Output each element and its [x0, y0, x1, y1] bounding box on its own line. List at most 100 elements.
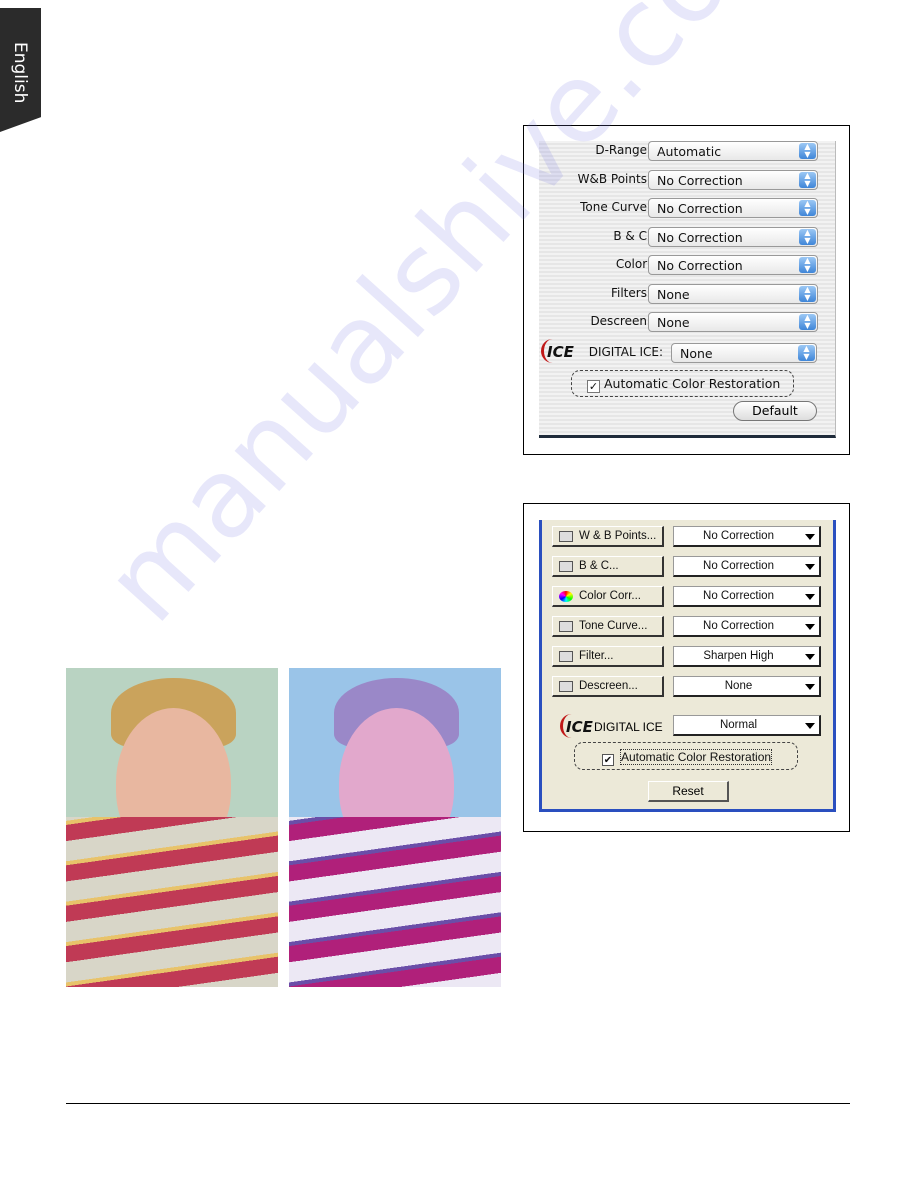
dropdown-arrow-icon: [805, 723, 815, 729]
win-settings-figure: W & B Points... No Correction B & C... No C…: [523, 503, 850, 832]
language-tab: English: [0, 8, 41, 132]
setting-value: None: [657, 286, 690, 302]
descreen-icon: [559, 681, 573, 692]
ice-label: DIGITAL ICE:: [588, 345, 663, 359]
setting-popup[interactable]: Automatic ▲ ▼: [648, 141, 818, 161]
default-button[interactable]: Default: [733, 401, 817, 421]
setting-dropdown[interactable]: No Correction: [673, 556, 821, 577]
language-label: English: [10, 42, 30, 104]
setting-label: Filters:: [610, 285, 651, 300]
setting-row: Tone Curve: No Correction ▲ ▼: [539, 198, 836, 218]
setting-button[interactable]: Descreen...: [552, 676, 664, 697]
filter-icon: [559, 651, 573, 662]
setting-dropdown[interactable]: Sharpen High: [673, 646, 821, 667]
mac-settings-panel: D-Range: Automatic ▲ ▼ W&B Points: No Correct…: [539, 141, 836, 438]
updown-arrow-icon: ▲ ▼: [799, 228, 816, 245]
setting-popup[interactable]: No Correction ▲ ▼: [648, 226, 818, 247]
updown-arrow-icon: ▲ ▼: [799, 143, 816, 159]
setting-button[interactable]: Color Corr...: [552, 586, 664, 607]
setting-row: W & B Points... No Correction: [542, 526, 839, 548]
tone-curve-icon: [559, 621, 573, 632]
setting-button-label: Tone Curve...: [579, 620, 648, 632]
setting-row: D-Range: Automatic ▲ ▼: [539, 141, 836, 161]
setting-button-label: Filter...: [579, 650, 614, 662]
footer-rule: [66, 1103, 850, 1104]
setting-button[interactable]: W & B Points...: [552, 526, 664, 547]
setting-row: W&B Points: No Correction ▲ ▼: [539, 169, 836, 190]
setting-value: No Correction: [657, 258, 743, 273]
ice-popup[interactable]: None ▲ ▼: [671, 343, 817, 363]
setting-value: No Correction: [703, 620, 774, 632]
setting-value: None: [657, 315, 690, 330]
setting-button[interactable]: B & C...: [552, 556, 664, 577]
brightness-contrast-icon: [559, 561, 573, 572]
setting-value: Automatic: [657, 144, 722, 159]
win-settings-panel: W & B Points... No Correction B & C... No C…: [539, 520, 836, 812]
setting-label: Color:: [615, 257, 651, 271]
setting-button[interactable]: Tone Curve...: [552, 616, 664, 637]
setting-value: No Correction: [657, 229, 743, 245]
setting-popup[interactable]: No Correction ▲ ▼: [648, 169, 818, 190]
dropdown-arrow-icon: [805, 534, 815, 540]
setting-dropdown[interactable]: No Correction: [673, 526, 821, 547]
checkbox-label: Automatic Color Restoration: [604, 376, 781, 391]
setting-row: B & C... No Correction: [542, 556, 839, 578]
setting-button-label: Color Corr...: [579, 590, 641, 602]
ice-popup-value: None: [680, 346, 713, 361]
wb-points-icon: [559, 531, 573, 542]
updown-arrow-icon: ▲ ▼: [799, 257, 816, 273]
setting-label: W&B Points:: [577, 171, 651, 186]
setting-row: Descreen: None ▲ ▼: [539, 312, 836, 332]
ice-logo: ICE: [541, 339, 574, 363]
mac-settings-figure: D-Range: Automatic ▲ ▼ W&B Points: No Correct…: [523, 125, 850, 455]
setting-value: None: [724, 680, 753, 692]
updown-arrow-icon: ▲ ▼: [799, 200, 816, 216]
setting-row: Descreen... None: [542, 676, 839, 698]
dropdown-arrow-icon: [805, 684, 815, 690]
setting-value: No Correction: [703, 560, 774, 572]
setting-popup[interactable]: None ▲ ▼: [648, 312, 818, 332]
setting-label: Descreen:: [590, 314, 651, 328]
updown-arrow-icon: ▲ ▼: [799, 314, 816, 330]
setting-value: No Correction: [657, 172, 743, 188]
setting-button[interactable]: Filter...: [552, 646, 664, 667]
ice-dropdown-value: Normal: [719, 719, 758, 731]
setting-button-label: B & C...: [579, 560, 619, 572]
setting-row: Color Corr... No Correction: [542, 586, 839, 608]
dropdown-arrow-icon: [805, 564, 815, 570]
dropdown-arrow-icon: [805, 654, 815, 660]
setting-value: No Correction: [703, 590, 774, 602]
setting-value: No Correction: [703, 530, 774, 542]
auto-color-restoration-checkbox[interactable]: ✔ Automatic Color Restoration: [602, 749, 773, 766]
setting-popup[interactable]: No Correction ▲ ▼: [648, 198, 818, 218]
checkmark-icon: ✔: [602, 754, 614, 766]
setting-dropdown[interactable]: None: [673, 676, 821, 697]
setting-row: Filter... Sharpen High: [542, 646, 839, 668]
setting-dropdown[interactable]: No Correction: [673, 616, 821, 637]
setting-label: D-Range:: [595, 143, 651, 157]
photo-before: [66, 668, 278, 987]
setting-popup[interactable]: None ▲ ▼: [648, 283, 818, 304]
ice-logo: ICE: [560, 714, 593, 738]
setting-popup[interactable]: No Correction ▲ ▼: [648, 255, 818, 275]
setting-label: Tone Curve:: [580, 200, 651, 214]
updown-arrow-icon: ▲ ▼: [799, 285, 816, 302]
dropdown-arrow-icon: [805, 594, 815, 600]
updown-arrow-icon: ▲ ▼: [799, 171, 816, 188]
setting-row: B & C: No Correction ▲ ▼: [539, 226, 836, 247]
setting-dropdown[interactable]: No Correction: [673, 586, 821, 607]
setting-row: Tone Curve... No Correction: [542, 616, 839, 638]
ice-dropdown[interactable]: Normal: [673, 715, 821, 736]
color-wheel-icon: [559, 591, 573, 602]
photo-after: [289, 668, 501, 987]
checkbox-label: Automatic Color Restoration: [620, 749, 773, 765]
ice-label: DIGITAL ICE: [594, 720, 663, 734]
auto-color-restoration-checkbox[interactable]: ✓ Automatic Color Restoration: [587, 376, 780, 393]
checkmark-icon: ✓: [587, 380, 600, 393]
setting-value: Sharpen High: [703, 650, 774, 662]
setting-row: Filters: None ▲ ▼: [539, 283, 836, 304]
reset-button[interactable]: Reset: [648, 781, 729, 802]
setting-row: Color: No Correction ▲ ▼: [539, 255, 836, 275]
setting-value: No Correction: [657, 201, 743, 216]
updown-arrow-icon: ▲ ▼: [798, 345, 815, 361]
